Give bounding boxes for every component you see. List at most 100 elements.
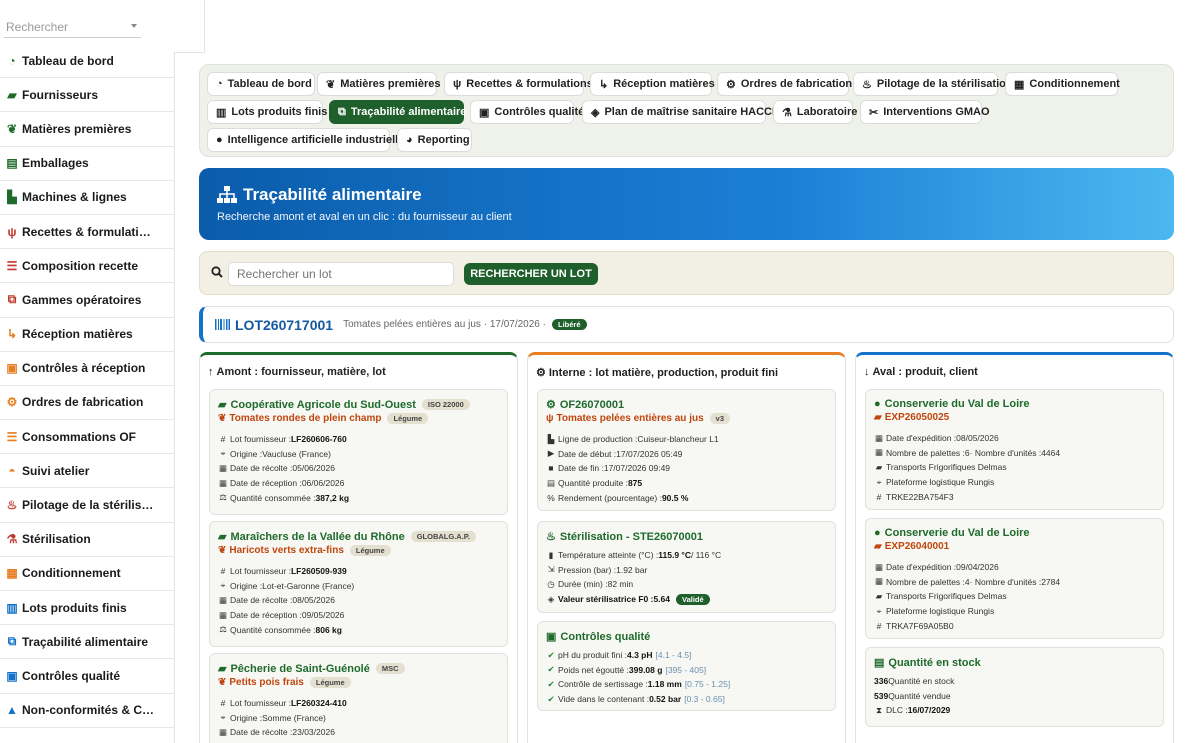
stock-card[interactable]: ▤ Quantité en stock 336 Quantité en stock 5…	[865, 647, 1164, 727]
tab-item[interactable]: ◈ Plan de maîtrise sanitaire HACCP	[582, 100, 779, 124]
tab-item[interactable]: ▥ Lots produits finis	[207, 100, 327, 124]
tab-item[interactable]: ❦ Matières premières	[317, 72, 441, 96]
detail-label: Quantité consommée :	[230, 492, 316, 503]
lot-search-input[interactable]	[228, 262, 454, 286]
sidebar-item-label: Conditionnement	[22, 566, 121, 581]
production-order-card[interactable]: ⚙ OF26070001 ψ Tomates pelées entières au j…	[537, 389, 836, 511]
detail-value: 4464	[1041, 447, 1061, 458]
detail-row: ⌖ Origine : Lot-et-Garonne (France)	[218, 579, 499, 594]
supplier-card[interactable]: ▰ Coopérative Agricole du Sud-Ouest ISO 22…	[209, 389, 508, 515]
detail-value: LF260509-939	[290, 566, 347, 577]
sidebar-item[interactable]: ♨ Pilotage de la stérilis…	[0, 488, 174, 523]
sidebar-item[interactable]: ☰ Consommations OF	[0, 420, 174, 455]
sidebar-search[interactable]: Rechercher	[0, 0, 174, 44]
detail-row: ⌖ Plateforme logistique Rungis	[874, 604, 1155, 619]
sidebar-item-label: Consommations OF	[22, 429, 137, 444]
tab-item[interactable]: ↳ Réception matières	[590, 72, 715, 96]
detail-row: ▦ Date d'expédition : 09/04/2026	[874, 560, 1155, 575]
supplier-card[interactable]: ▰ Maraîchers de la Vallée du Rhône GLOBALG…	[209, 521, 508, 647]
sidebar-item-label: Gammes opératoires	[22, 292, 142, 307]
detail-row: ▦ Nombre de palettes : 6 · Nombre d'unité…	[874, 446, 1155, 461]
detail-row: ⌖ Origine : Vaucluse (France)	[218, 447, 499, 462]
supplier-card[interactable]: ▰ Pêcherie de Saint-Guénolé MSC ❦ Petits poi…	[209, 653, 508, 743]
sidebar-item[interactable]: ψ Recettes & formulati…	[0, 215, 174, 250]
tab-item[interactable]: ⚙ Ordres de fabrication	[717, 72, 852, 96]
detail-extra: / 116 °C	[690, 550, 722, 561]
truck-supplier-icon: ▰	[218, 399, 227, 411]
sidebar-item-label: Stérilisation	[22, 532, 91, 547]
clipboard-check-icon: ▣	[6, 361, 18, 376]
chevron-down-icon[interactable]	[131, 24, 137, 28]
detail-value: 09/05/2026	[301, 610, 345, 621]
sidebar-item[interactable]: ↳ Réception matières	[0, 318, 174, 352]
tab-item[interactable]: ♨ Pilotage de la stérilisation	[853, 72, 1013, 96]
sidebar-item[interactable]: ▣ Contrôles à réception	[0, 352, 174, 386]
tab-label: Laboratoire	[796, 106, 858, 118]
sidebar-item[interactable]: ◔ Tableau de bord	[0, 44, 174, 79]
tab-item[interactable]: ◔ Tableau de bord	[207, 72, 315, 96]
tab-item[interactable]: ● Intelligence artificielle industrielle	[207, 128, 404, 152]
detail-row: # Lot fournisseur : LF260509-939	[218, 564, 499, 579]
detail-value: 2784	[1041, 576, 1061, 587]
detail-row: ▮ Température atteinte (°C) : 115.9 °C / …	[546, 548, 827, 563]
sidebar: Rechercher ◔ Tableau de bord ▰ Fournisseurs…	[0, 0, 175, 743]
sidebar-item[interactable]: ☰ Composition recette	[0, 249, 174, 284]
sidebar-item-label: Fournisseurs	[22, 87, 99, 102]
sidebar-item-label: Contrôles qualité	[22, 668, 121, 683]
sidebar-item[interactable]: ⚗ Stérilisation	[0, 523, 174, 557]
shipment-line: ▰ EXP26050025	[874, 412, 1155, 423]
search-lot-button[interactable]: RECHERCHER UN LOT	[464, 263, 598, 285]
arrow-up-icon: ↑	[208, 366, 214, 378]
certification-badge: ISO 22000	[421, 399, 470, 410]
tab-label: Plan de maîtrise sanitaire HACCP	[604, 106, 780, 118]
detail-value: 387,2 kg	[315, 492, 350, 503]
detail-label: Nombre de palettes :	[886, 447, 965, 458]
sidebar-item[interactable]: ▲ Non-conformités & C…	[0, 694, 174, 728]
tab-item[interactable]: ▣ Contrôles qualité	[470, 100, 584, 124]
shipment-card[interactable]: ● Conserverie du Val de Loire ▰ EXP26040001…	[865, 518, 1164, 639]
qc-range: [0.3 - 0.65]	[684, 694, 725, 705]
detail-row: ⌖ Origine : Somme (France)	[218, 711, 499, 726]
flask-icon: ⚗	[6, 532, 18, 547]
tab-item[interactable]: ⚗ Laboratoire	[773, 100, 857, 124]
sidebar-item[interactable]: ▙ Machines & lignes	[0, 181, 174, 215]
dlc-label: DLC :	[886, 705, 908, 716]
sterilisation-card[interactable]: ♨ Stérilisation - STE26070001 ▮ Température…	[537, 521, 836, 613]
detail-row: ▦ Date de récolte : 05/06/2026	[218, 461, 499, 476]
fire-icon: ♨	[6, 498, 18, 513]
sidebar-item-label: Contrôles à réception	[22, 361, 146, 376]
user-icon: ●	[874, 398, 881, 410]
tab-label: Conditionnement	[1029, 78, 1120, 90]
detail-value: 23/03/2026	[292, 727, 335, 738]
sidebar-item[interactable]: ⧉ Gammes opératoires	[0, 283, 174, 318]
quality-control-card[interactable]: ▣ Contrôles qualité ✔ pH du produit fini : …	[537, 621, 836, 711]
sterilisation-title-row: ♨ Stérilisation - STE26070001	[546, 530, 827, 544]
internal-column: ⚙ Interne : lot matière, production, prod…	[527, 352, 846, 743]
tab-item[interactable]: ✂ Interventions GMAO	[860, 100, 990, 124]
of-code: OF26070001	[559, 398, 625, 411]
detail-label: Rendement (pourcentage) :	[558, 492, 662, 503]
qc-title-row: ▣ Contrôles qualité	[546, 630, 827, 644]
sidebar-item[interactable]: ▣ Contrôles qualité	[0, 659, 174, 694]
detail-row: ▦ Date de réception : 06/06/2026	[218, 476, 499, 491]
list-icon: ☰	[6, 429, 18, 444]
detail-value: 08/05/2026	[292, 595, 335, 606]
sidebar-item[interactable]: ▦ Conditionnement	[0, 557, 174, 591]
detail-row: # Lot fournisseur : LF260606-760	[218, 432, 499, 447]
shipment-line: ▰ EXP26040001	[874, 541, 1155, 552]
sidebar-item[interactable]: ⚙ Ordres de fabrication	[0, 386, 174, 421]
tab-item[interactable]: ◕ Reporting	[397, 128, 472, 152]
calendar-icon: ▦	[874, 561, 884, 572]
sidebar-item[interactable]: ▤ Emballages	[0, 147, 174, 181]
tab-item[interactable]: ⧉ Traçabilité alimentaire	[329, 100, 466, 124]
sidebar-item[interactable]: ▥ Lots produits finis	[0, 591, 174, 626]
sidebar-item[interactable]: ⧉ Traçabilité alimentaire	[0, 625, 174, 660]
detail-row: 539 Quantité vendue	[874, 689, 1155, 704]
sidebar-item[interactable]: ◓ Suivi atelier	[0, 454, 174, 489]
shipment-card[interactable]: ● Conserverie du Val de Loire ▰ EXP26050025…	[865, 389, 1164, 510]
sidebar-item[interactable]: ❦ Matières premières	[0, 112, 174, 147]
sidebar-item[interactable]: ▰ Fournisseurs	[0, 78, 174, 113]
tab-item[interactable]: ▦ Conditionnement	[1005, 72, 1120, 96]
map-pin-icon: ⌖	[220, 712, 226, 723]
tab-item[interactable]: ψ Recettes & formulations	[444, 72, 593, 96]
